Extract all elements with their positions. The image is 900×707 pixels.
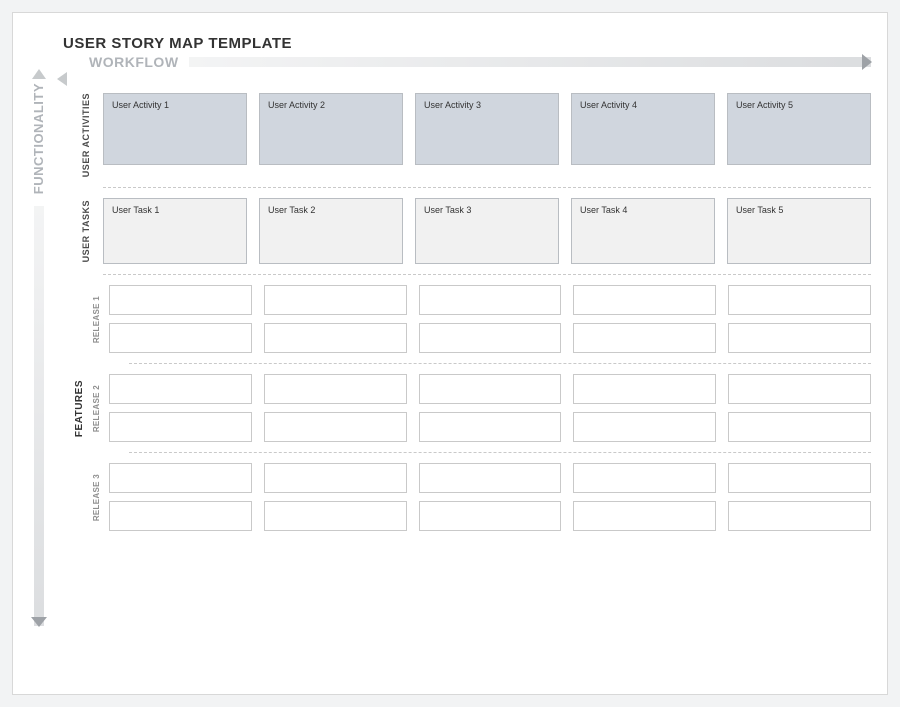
feature-card[interactable] <box>264 374 407 404</box>
release-grid <box>109 463 871 531</box>
feature-card[interactable] <box>419 285 562 315</box>
user-activity-card[interactable]: User Activity 1 <box>103 93 247 165</box>
user-activities-cards: User Activity 1 User Activity 2 User Act… <box>103 93 871 177</box>
feature-card[interactable] <box>264 285 407 315</box>
feature-card[interactable] <box>728 323 871 353</box>
releases-container: RELEASE 1 <box>83 285 871 531</box>
functionality-arrow-icon <box>34 206 44 626</box>
feature-card[interactable] <box>728 501 871 531</box>
page-title: USER STORY MAP TEMPLATE <box>63 35 871 52</box>
feature-card[interactable] <box>728 412 871 442</box>
feature-card[interactable] <box>109 501 252 531</box>
user-task-card[interactable]: User Task 4 <box>571 198 715 264</box>
release-divider <box>129 363 871 364</box>
user-task-card[interactable]: User Task 5 <box>727 198 871 264</box>
user-story-map-template: USER STORY MAP TEMPLATE WORKFLOW FUNCTIO… <box>12 12 888 695</box>
feature-card[interactable] <box>419 463 562 493</box>
user-activity-card[interactable]: User Activity 5 <box>727 93 871 165</box>
user-tasks-label: USER TASKS <box>69 198 103 264</box>
features-section: FEATURES RELEASE 1 <box>69 285 871 531</box>
release-label: RELEASE 2 <box>83 374 109 442</box>
user-tasks-band: USER TASKS User Task 1 User Task 2 User … <box>69 198 871 264</box>
feature-card[interactable] <box>728 285 871 315</box>
release-block: RELEASE 1 <box>83 285 871 353</box>
feature-card[interactable] <box>573 501 716 531</box>
section-divider <box>103 187 871 188</box>
user-task-card[interactable]: User Task 3 <box>415 198 559 264</box>
user-task-card[interactable]: User Task 2 <box>259 198 403 264</box>
feature-card[interactable] <box>419 501 562 531</box>
workflow-label: WORKFLOW <box>89 54 179 70</box>
feature-card[interactable] <box>419 412 562 442</box>
feature-card[interactable] <box>264 412 407 442</box>
feature-card[interactable] <box>573 412 716 442</box>
functionality-axis: FUNCTIONALITY <box>31 69 46 626</box>
feature-card[interactable] <box>109 412 252 442</box>
functionality-arrow-tail <box>32 69 46 79</box>
user-activity-card[interactable]: User Activity 3 <box>415 93 559 165</box>
user-task-card[interactable]: User Task 1 <box>103 198 247 264</box>
functionality-label: FUNCTIONALITY <box>31 83 46 194</box>
section-divider <box>103 274 871 275</box>
feature-card[interactable] <box>264 501 407 531</box>
feature-card[interactable] <box>264 323 407 353</box>
feature-card[interactable] <box>109 463 252 493</box>
user-activities-band: USER ACTIVITIES User Activity 1 User Act… <box>69 93 871 177</box>
release-grid <box>109 374 871 442</box>
workflow-arrow-icon <box>189 57 871 67</box>
feature-card[interactable] <box>419 374 562 404</box>
release-label: RELEASE 1 <box>83 285 109 353</box>
release-divider <box>129 452 871 453</box>
release-block: RELEASE 2 <box>83 374 871 442</box>
release-grid <box>109 285 871 353</box>
user-activity-card[interactable]: User Activity 4 <box>571 93 715 165</box>
feature-card[interactable] <box>728 374 871 404</box>
release-block: RELEASE 3 <box>83 463 871 531</box>
user-activities-label: USER ACTIVITIES <box>69 93 103 177</box>
feature-card[interactable] <box>573 323 716 353</box>
workflow-arrow-tail <box>57 72 67 86</box>
feature-card[interactable] <box>109 285 252 315</box>
feature-card[interactable] <box>109 323 252 353</box>
feature-card[interactable] <box>264 463 407 493</box>
user-tasks-cards: User Task 1 User Task 2 User Task 3 User… <box>103 198 871 264</box>
release-label: RELEASE 3 <box>83 463 109 531</box>
feature-card[interactable] <box>573 463 716 493</box>
workflow-axis: WORKFLOW <box>89 54 871 70</box>
feature-card[interactable] <box>109 374 252 404</box>
feature-card[interactable] <box>573 285 716 315</box>
feature-card[interactable] <box>573 374 716 404</box>
feature-card[interactable] <box>728 463 871 493</box>
feature-card[interactable] <box>419 323 562 353</box>
content-grid: USER ACTIVITIES User Activity 1 User Act… <box>69 93 871 678</box>
user-activity-card[interactable]: User Activity 2 <box>259 93 403 165</box>
